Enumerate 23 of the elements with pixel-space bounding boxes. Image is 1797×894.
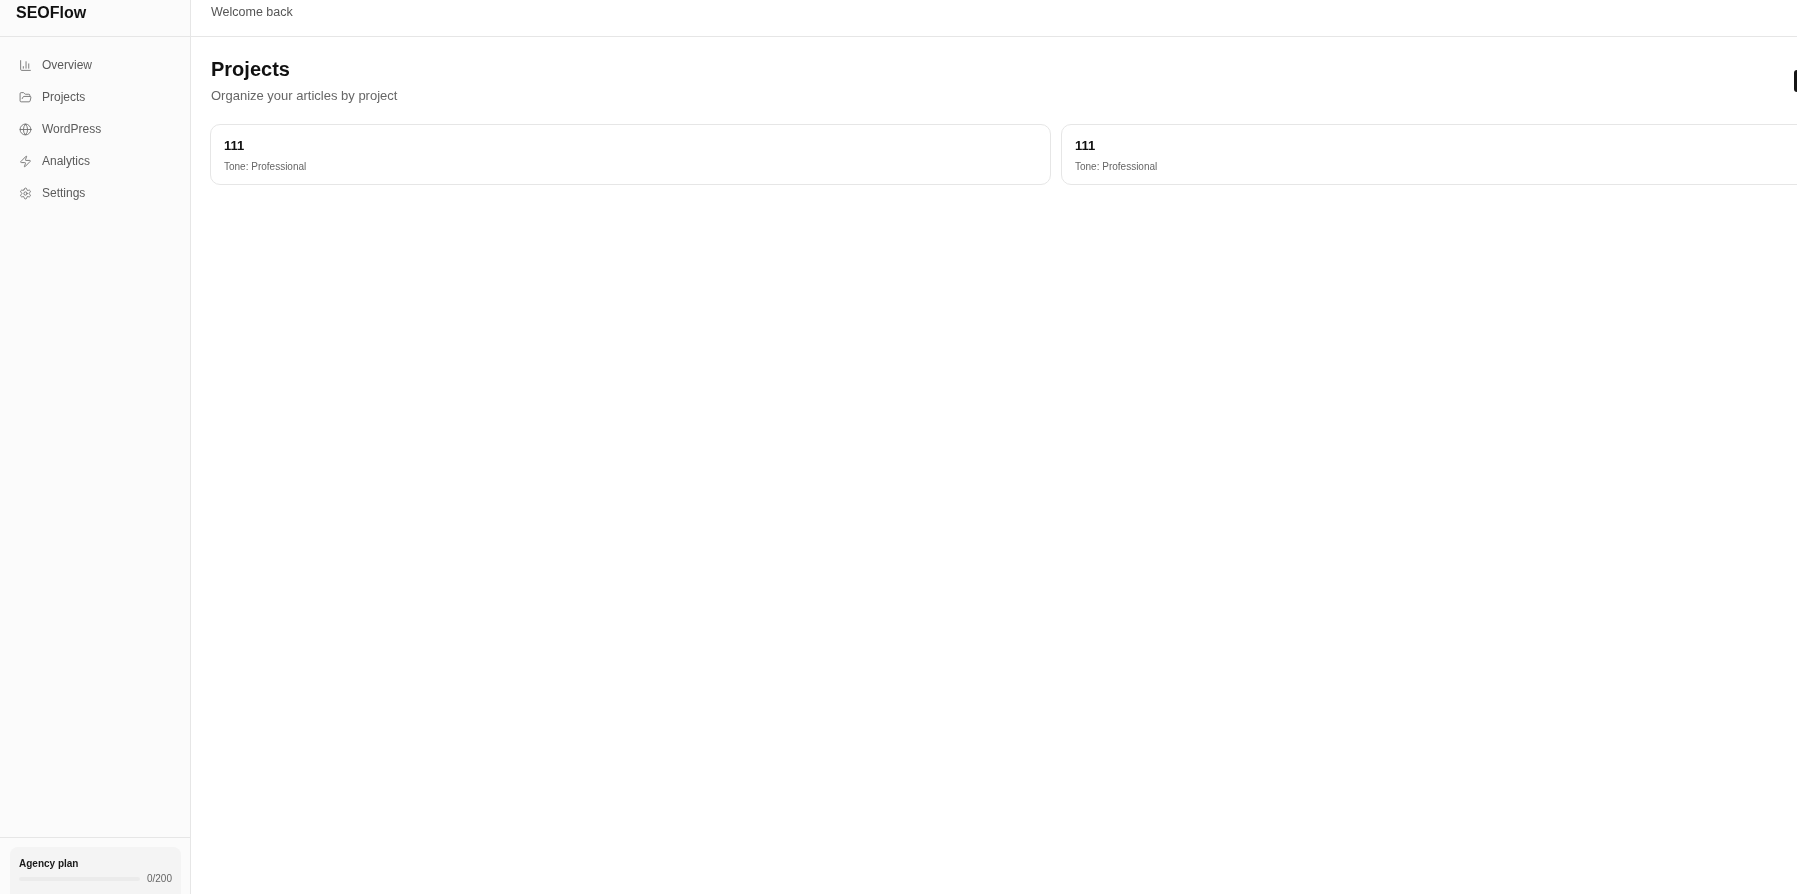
project-card[interactable]: 111 Tone: Professional (210, 124, 1051, 185)
sidebar-item[interactable]: WordPress (8, 113, 182, 145)
sidebar-item[interactable]: Overview (8, 49, 182, 81)
project-name: 111 (224, 138, 246, 154)
folder-icon (19, 90, 32, 104)
brand-name: SEOFlow (16, 3, 87, 22)
lightning-icon (19, 154, 32, 168)
sidebar-item[interactable]: Projects (8, 81, 182, 113)
page-subtitle: Organize your articles by project (211, 87, 398, 105)
button-edge[interactable] (1794, 70, 1797, 92)
project-name: 111 (1075, 138, 1097, 154)
sidebar-item[interactable]: Settings (8, 177, 182, 209)
settings-icon (19, 186, 32, 200)
project-card[interactable]: 111 Tone: Professional (1061, 124, 1797, 185)
sidebar-item[interactable]: Analytics (8, 145, 182, 177)
plan-name: Agency plan (19, 857, 80, 870)
greeting: Welcome back (211, 4, 293, 20)
globe-icon (19, 122, 32, 136)
chart-icon (19, 58, 32, 72)
project-tone: Tone: Professional (1075, 160, 1159, 173)
project-tone: Tone: Professional (224, 160, 308, 173)
usage-count: 0/200 (146, 872, 172, 886)
page-title: Projects (211, 57, 291, 81)
